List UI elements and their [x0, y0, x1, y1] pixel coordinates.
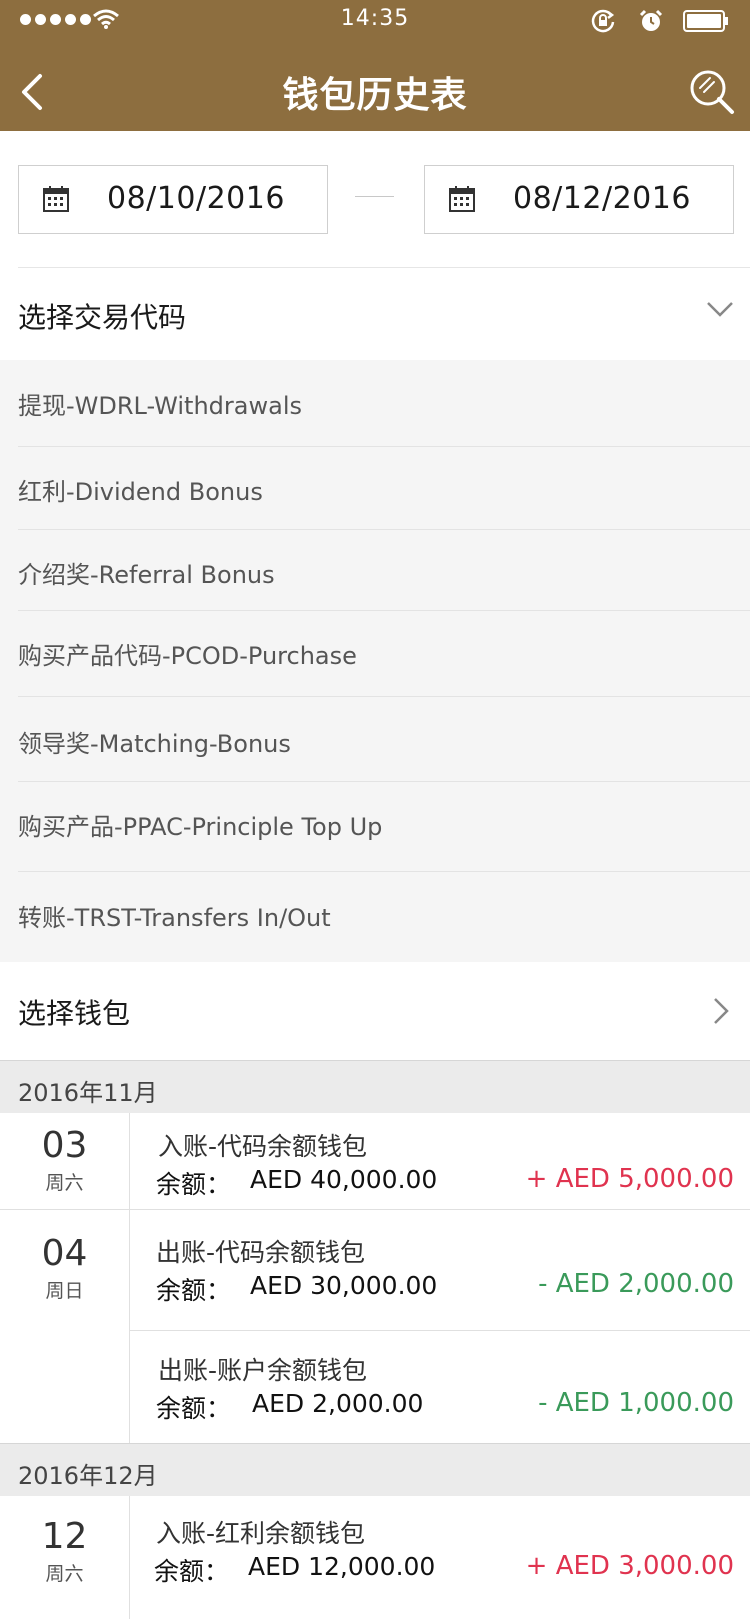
day-label: 12 周六: [41, 1516, 88, 1585]
option-ppac-principle-top-up[interactable]: 购买产品-PPAC-Principle Top Up: [18, 782, 750, 872]
option-dividend-bonus[interactable]: 红利-Dividend Bonus: [18, 447, 750, 530]
wallet-select[interactable]: 选择钱包: [0, 962, 750, 1060]
date-range-separator: [355, 196, 394, 197]
option-matching-bonus[interactable]: 领导奖-Matching-Bonus: [18, 697, 750, 782]
calendar-icon: [449, 186, 475, 212]
chevron-right-icon: [714, 998, 729, 1024]
transaction-row[interactable]: 出账-账户余额钱包 余额： AED 2,000.00 - AED 1,000.0…: [130, 1331, 750, 1443]
status-bar: 14:35: [0, 0, 750, 42]
search-icon[interactable]: [688, 68, 738, 118]
start-date-value: 08/10/2016: [107, 181, 285, 216]
month-header: 2016年12月: [0, 1443, 750, 1496]
option-withdrawals[interactable]: 提现-WDRL-Withdrawals: [18, 360, 750, 447]
option-trst-transfers[interactable]: 转账-TRST-Transfers In/Out: [18, 872, 750, 962]
end-date-value: 08/12/2016: [513, 181, 691, 216]
transaction-row[interactable]: 入账-红利余额钱包 余额： AED 12,000.00 + AED 3,000.…: [130, 1496, 750, 1619]
transaction-code-label: 选择交易代码: [18, 301, 187, 334]
start-date-field[interactable]: 08/10/2016: [18, 165, 328, 234]
day-label: 04 周日: [41, 1233, 88, 1302]
calendar-icon: [43, 186, 69, 212]
app-header: 14:35 钱包历史表: [0, 0, 750, 131]
rotation-lock-icon: [591, 9, 615, 33]
transaction-row[interactable]: 入账-代码余额钱包 余额： AED 40,000.00 + AED 5,000.…: [130, 1113, 750, 1209]
option-pcod-purchase[interactable]: 购买产品代码-PCOD-Purchase: [18, 611, 750, 697]
battery-icon: [683, 10, 728, 32]
end-date-field[interactable]: 08/12/2016: [424, 165, 734, 234]
alarm-icon: [639, 9, 663, 31]
page-title: 钱包历史表: [282, 75, 468, 116]
chevron-down-icon: [707, 302, 733, 317]
wallet-select-label: 选择钱包: [18, 997, 131, 1030]
day-label: 03 周六: [41, 1125, 88, 1194]
transaction-code-select[interactable]: 选择交易代码: [0, 268, 750, 360]
option-referral-bonus[interactable]: 介绍奖-Referral Bonus: [18, 530, 750, 611]
month-header: 2016年11月: [0, 1060, 750, 1113]
transaction-row[interactable]: 出账-代码余额钱包 余额： AED 30,000.00 - AED 2,000.…: [130, 1210, 750, 1330]
transaction-code-options: 提现-WDRL-Withdrawals 红利-Dividend Bonus 介绍…: [0, 360, 750, 962]
